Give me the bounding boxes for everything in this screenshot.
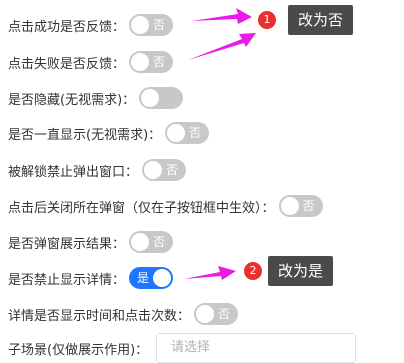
annotation-badge: 1 <box>258 11 276 29</box>
arrow-icon <box>192 8 252 24</box>
arrow-icon <box>184 266 236 280</box>
annotation-callout: 改为否 <box>288 5 354 35</box>
arrow-icon <box>188 33 256 60</box>
annotation-arrows <box>184 8 256 280</box>
annotation-badge: 2 <box>244 262 262 280</box>
annotation-callout: 改为是 <box>268 256 334 286</box>
